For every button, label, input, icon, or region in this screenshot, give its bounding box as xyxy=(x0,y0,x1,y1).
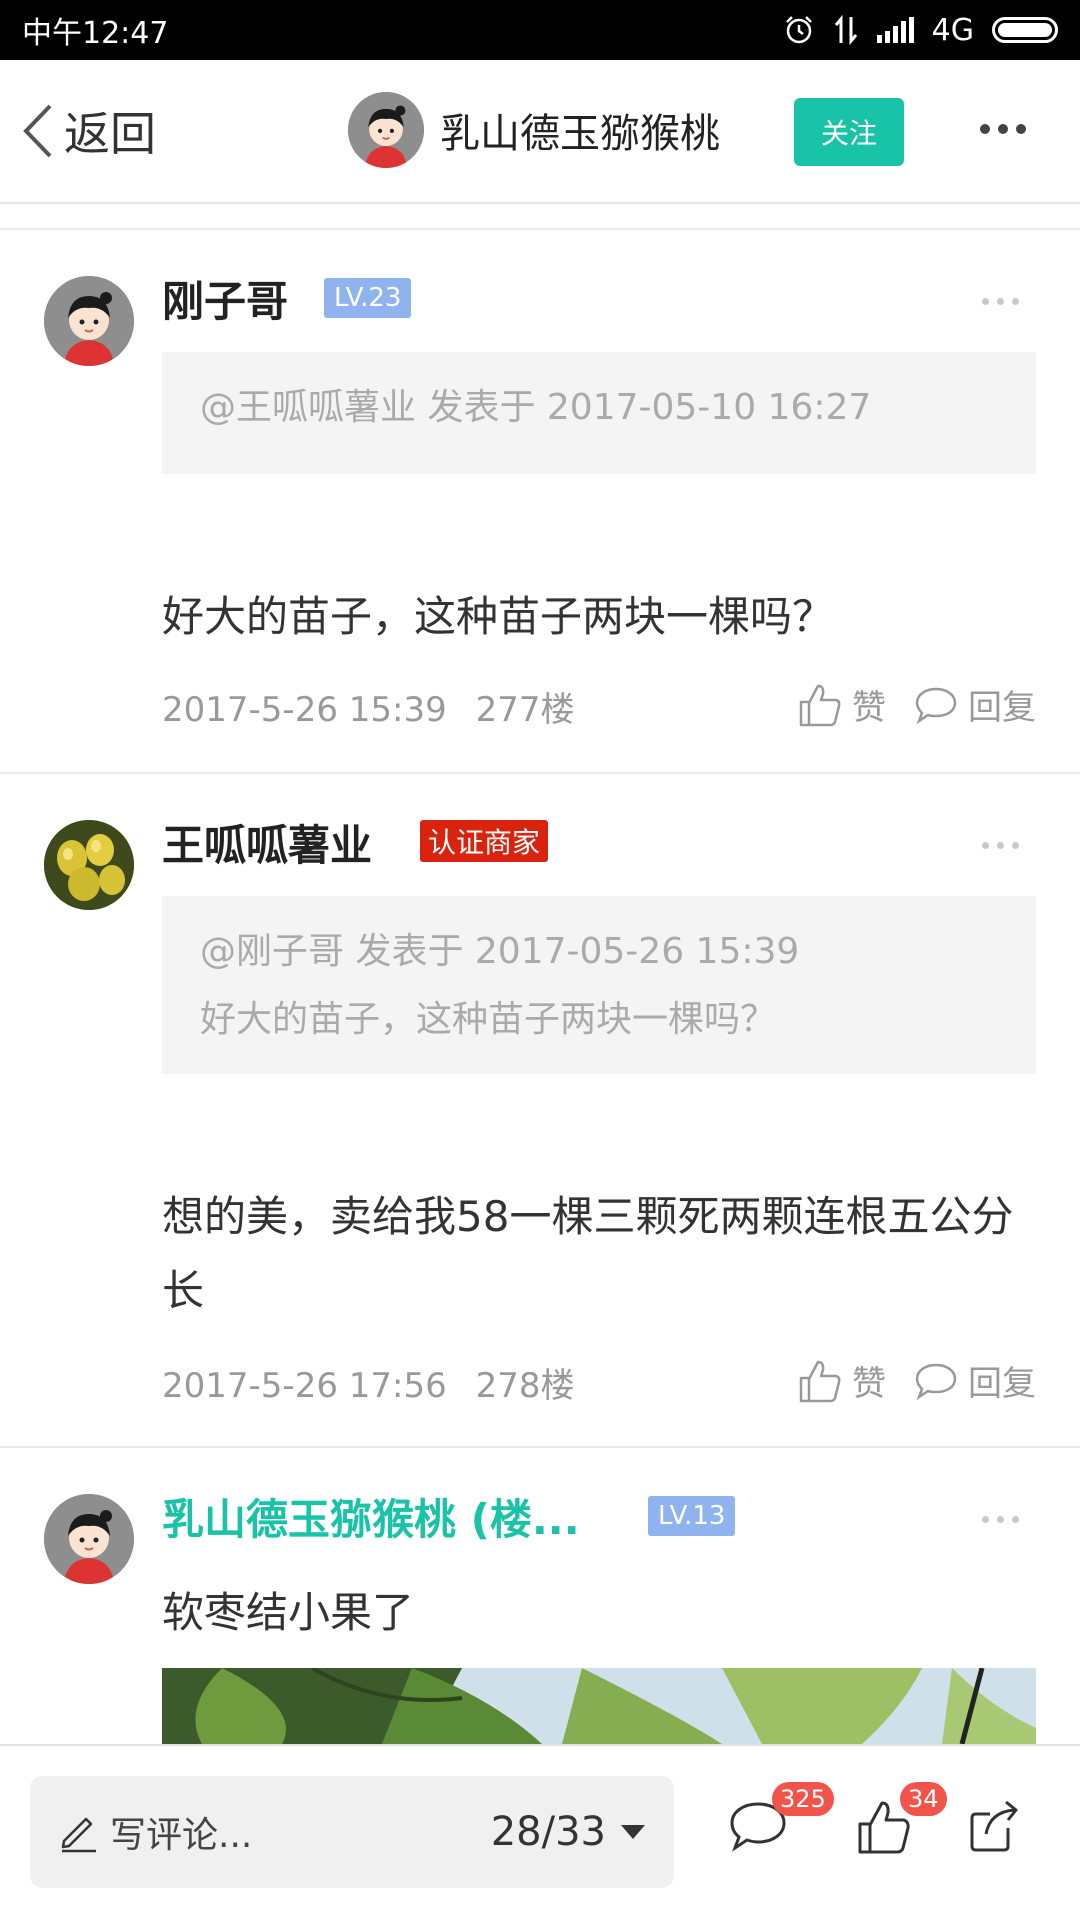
username[interactable]: 乳山德玉猕猴桃 (楼... xyxy=(162,1486,580,1547)
more-icon[interactable] xyxy=(982,1516,1019,1523)
divider xyxy=(0,1446,1080,1448)
bottom-bar: 写评论... 28/33 325 34 xyxy=(0,1744,1080,1920)
back-button[interactable]: 返回 xyxy=(20,98,156,164)
merchant-badge: 认证商家 xyxy=(420,820,549,862)
avatar[interactable] xyxy=(44,820,134,910)
divider xyxy=(0,772,1080,774)
more-options-icon[interactable] xyxy=(980,124,1026,134)
pencil-icon xyxy=(61,1817,96,1853)
status-time: 中午12:47 xyxy=(22,16,169,51)
chevron-left-icon xyxy=(23,104,52,158)
comment-input[interactable]: 写评论... 28/33 xyxy=(30,1776,674,1888)
share-icon[interactable] xyxy=(968,1798,1024,1854)
floor-number: 277楼 xyxy=(475,690,575,730)
network-type: 4G xyxy=(931,12,974,48)
status-icons: 4G xyxy=(783,13,1058,48)
caret-down-icon[interactable] xyxy=(620,1824,646,1840)
comment-text: 软枣结小果了 xyxy=(162,1588,415,1637)
page-indicator[interactable]: 28/33 xyxy=(491,1809,606,1855)
comment-time: 2017-5-26 15:39 xyxy=(162,690,447,730)
quote-header: @王呱呱薯业 发表于 2017-05-10 16:27 xyxy=(200,387,872,428)
avatar[interactable] xyxy=(44,276,134,366)
speech-bubble-icon xyxy=(915,1363,957,1400)
speech-bubble-icon xyxy=(915,687,957,724)
back-label: 返回 xyxy=(64,107,156,161)
status-bar: 中午12:47 4G xyxy=(0,0,1080,60)
level-badge: LV.13 xyxy=(648,1496,736,1536)
comment-time: 2017-5-26 17:56 xyxy=(162,1366,447,1406)
battery-icon xyxy=(992,17,1058,43)
comment-meta: 2017-5-26 15:39 277楼 xyxy=(162,682,574,731)
comment-text: 想的美，卖给我58一棵三颗死两颗连根五公分长 xyxy=(162,1192,1014,1315)
comment-actions: 赞 回复 xyxy=(798,680,1036,729)
floor-number: 278楼 xyxy=(475,1366,575,1406)
username[interactable]: 刚子哥 xyxy=(162,268,288,329)
comment-meta: 2017-5-26 17:56 278楼 xyxy=(162,1358,574,1407)
likes-count-badge: 34 xyxy=(900,1782,947,1816)
comment-placeholder: 写评论... xyxy=(110,1815,253,1856)
username[interactable]: 王呱呱薯业 xyxy=(162,812,372,873)
avatar xyxy=(348,92,424,168)
alarm-icon xyxy=(785,16,812,44)
level-badge: LV.23 xyxy=(324,278,412,318)
more-icon[interactable] xyxy=(982,298,1019,305)
follow-button[interactable]: 关注 xyxy=(794,98,904,166)
quote-header: @刚子哥 发表于 2017-05-26 15:39 xyxy=(200,931,800,972)
like-label: 赞 xyxy=(852,688,886,728)
more-icon[interactable] xyxy=(982,842,1019,849)
like-button[interactable]: 赞 xyxy=(798,1356,886,1405)
comment-text: 好大的苗子，这种苗子两块一棵吗？ xyxy=(162,592,835,641)
reply-button[interactable]: 回复 xyxy=(914,680,1036,729)
reply-label: 回复 xyxy=(968,688,1036,728)
data-transfer-icon xyxy=(834,15,857,45)
divider xyxy=(0,228,1080,230)
thread-owner[interactable]: 乳山德玉猕猴桃 xyxy=(348,92,720,168)
comments-count-badge: 325 xyxy=(772,1782,834,1816)
reply-label: 回复 xyxy=(968,1364,1036,1404)
reply-button[interactable]: 回复 xyxy=(914,1356,1036,1405)
like-button[interactable]: 赞 xyxy=(798,680,886,729)
thumbs-up-icon xyxy=(799,1360,841,1402)
quote-box: @王呱呱薯业 发表于 2017-05-10 16:27 xyxy=(162,352,1036,474)
thumbs-up-icon xyxy=(799,684,841,726)
signal-icon xyxy=(876,17,914,43)
avatar[interactable] xyxy=(44,1494,134,1584)
quote-box: @刚子哥 发表于 2017-05-26 15:39 好大的苗子，这种苗子两块一棵… xyxy=(162,896,1036,1074)
comment-actions: 赞 回复 xyxy=(798,1356,1036,1405)
top-nav-bar: 返回 乳山德玉猕猴桃 关注 xyxy=(0,60,1080,204)
page-title: 乳山德玉猕猴桃 xyxy=(440,111,720,157)
post-image[interactable] xyxy=(162,1668,1036,1744)
quote-text: 好大的苗子，这种苗子两块一棵吗？ xyxy=(200,999,777,1040)
like-label: 赞 xyxy=(852,1364,886,1404)
